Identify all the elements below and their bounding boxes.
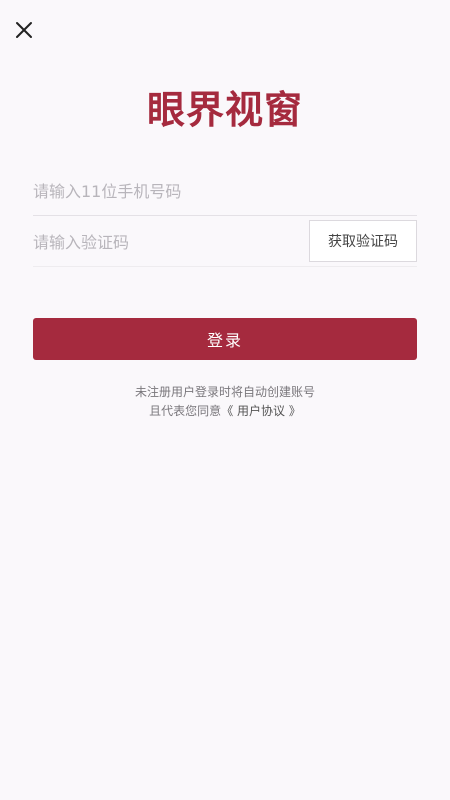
login-button[interactable]: 登录 [33,318,417,360]
close-icon [12,18,36,42]
registration-notice: 未注册用户登录时将自动创建账号 且代表您同意《 用户协议 》 [0,383,450,421]
agreement-prefix: 且代表您同意 [149,404,222,418]
app-logo: 眼界视窗 [146,87,303,132]
verification-code-input[interactable] [33,218,293,266]
phone-input[interactable] [33,168,293,215]
notice-line-2: 且代表您同意《 用户协议 》 [0,402,450,421]
verification-code-field: 获取验证码 [33,218,417,267]
get-code-button[interactable]: 获取验证码 [309,220,417,262]
phone-field [33,168,417,216]
close-button[interactable] [12,18,36,42]
user-agreement-link[interactable]: 《 用户协议 》 [221,404,301,418]
notice-line-1: 未注册用户登录时将自动创建账号 [134,385,315,399]
